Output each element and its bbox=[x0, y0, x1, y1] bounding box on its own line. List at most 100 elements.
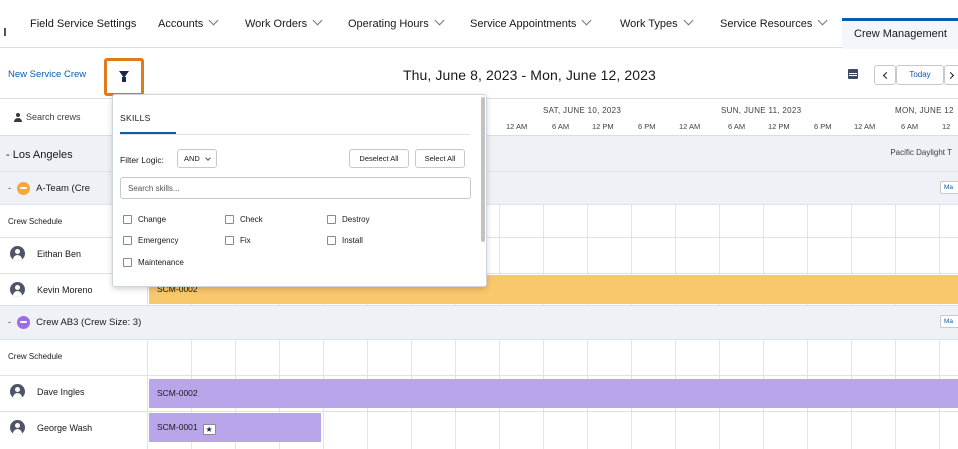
crew-schedule-label: Crew Schedule bbox=[8, 217, 63, 226]
crew-member[interactable]: Eithan Ben bbox=[10, 246, 81, 261]
crew-name: Crew AB3 (Crew Size: 3) bbox=[36, 317, 142, 328]
tab-label: Field Service Settings bbox=[30, 18, 137, 30]
tab-field-service-settings[interactable]: Field Service Settings bbox=[30, 14, 136, 48]
member-name: Eithan Ben bbox=[37, 248, 82, 259]
tab-skills[interactable]: SKILLS bbox=[120, 113, 151, 123]
deselect-all-button[interactable]: Deselect All bbox=[349, 149, 409, 168]
tab-service-resources[interactable]: Service Resources bbox=[720, 14, 828, 48]
tab-label: Service Resources bbox=[720, 18, 813, 30]
search-crews-label: Search crews bbox=[26, 112, 81, 122]
hour-label: 12 AM bbox=[854, 122, 876, 131]
member-row: George Wash SCM-0001 ★ bbox=[0, 412, 958, 449]
tab-work-orders[interactable]: Work Orders bbox=[245, 14, 323, 48]
checkbox[interactable] bbox=[123, 215, 132, 224]
crew-member[interactable]: Dave Ingles bbox=[10, 384, 85, 399]
chevron-down-icon[interactable] bbox=[581, 15, 592, 26]
chevron-down-icon[interactable] bbox=[312, 15, 323, 26]
crew-schedule-label: Crew Schedule bbox=[8, 352, 63, 361]
appointment-bar[interactable]: SCM-0002 bbox=[149, 379, 958, 408]
collapse-toggle[interactable]: - bbox=[8, 317, 11, 328]
filter-button[interactable] bbox=[104, 58, 144, 96]
crew-name: A-Team (Cre bbox=[36, 183, 91, 194]
collapse-toggle[interactable]: - bbox=[8, 183, 11, 194]
tab-accounts[interactable]: Accounts bbox=[158, 14, 219, 48]
member-name: Dave Ingles bbox=[37, 386, 85, 397]
checkbox[interactable] bbox=[225, 236, 234, 245]
region-name: - Los Angeles bbox=[6, 149, 73, 161]
row-label-cell: Crew Schedule bbox=[0, 340, 148, 375]
crew-icon bbox=[17, 182, 31, 195]
row-label-cell: George Wash bbox=[0, 412, 148, 449]
tab-label: Operating Hours bbox=[348, 18, 429, 30]
crew-row[interactable]: - Crew AB3 (Crew Size: 3) Ma bbox=[0, 306, 958, 340]
skill-label: Emergency bbox=[138, 236, 179, 245]
crew-icon bbox=[17, 316, 31, 329]
select-all-button[interactable]: Select All bbox=[415, 149, 465, 168]
skill-checkbox-fix[interactable]: Fix bbox=[225, 236, 251, 245]
skill-checkbox-check[interactable]: Check bbox=[225, 215, 263, 224]
filter-icon-stem bbox=[122, 77, 126, 82]
tab-crew-management[interactable]: Crew Management bbox=[842, 18, 958, 49]
avatar bbox=[10, 420, 25, 435]
calendar-icon-lines bbox=[849, 73, 857, 74]
chevron-down-icon[interactable] bbox=[208, 15, 219, 26]
checkbox[interactable] bbox=[225, 215, 234, 224]
skill-checkbox-destroy[interactable]: Destroy bbox=[327, 215, 370, 224]
skill-label: Check bbox=[240, 215, 263, 224]
hour-label: 6 AM bbox=[552, 122, 570, 131]
collapse-toggle[interactable]: - bbox=[6, 149, 13, 161]
checkbox[interactable] bbox=[327, 215, 336, 224]
chevron-right-icon bbox=[946, 71, 954, 80]
checkbox[interactable] bbox=[327, 236, 336, 245]
tab-label: Crew Management bbox=[854, 28, 947, 40]
avatar bbox=[10, 282, 25, 297]
checkbox[interactable] bbox=[123, 236, 132, 245]
member-row: Dave Ingles SCM-0002 bbox=[0, 376, 958, 412]
popover-scrollbar[interactable] bbox=[481, 97, 485, 242]
skill-checkbox-change[interactable]: Change bbox=[123, 215, 166, 224]
hour-label: 12 AM bbox=[506, 122, 528, 131]
previous-button[interactable] bbox=[874, 65, 896, 85]
skill-checkbox-install[interactable]: Install bbox=[327, 236, 363, 245]
chevron-left-icon bbox=[882, 71, 890, 80]
tab-overflow-marker bbox=[4, 28, 6, 36]
crew-schedule-row: Crew Schedule bbox=[0, 340, 958, 376]
next-button[interactable] bbox=[944, 65, 958, 85]
date-range-title: Thu, June 8, 2023 - Mon, June 12, 2023 bbox=[403, 67, 656, 83]
skill-label: Destroy bbox=[342, 215, 370, 224]
crew-member[interactable]: George Wash bbox=[10, 420, 92, 435]
today-button[interactable]: Today bbox=[896, 65, 944, 85]
chevron-down-icon bbox=[205, 155, 211, 161]
tab-label: Accounts bbox=[158, 18, 204, 30]
calendar-icon-body bbox=[848, 69, 858, 79]
new-service-crew-button[interactable]: New Service Crew bbox=[8, 69, 86, 80]
avatar bbox=[10, 246, 25, 261]
tab-operating-hours[interactable]: Operating Hours bbox=[348, 14, 445, 48]
person-icon bbox=[14, 113, 22, 122]
chevron-down-icon[interactable] bbox=[434, 15, 445, 26]
divider bbox=[120, 134, 470, 135]
checkbox[interactable] bbox=[123, 258, 132, 267]
hour-label: 6 AM bbox=[728, 122, 746, 131]
appointment-bar[interactable]: SCM-0001 ★ bbox=[149, 413, 321, 442]
manage-button[interactable]: Ma bbox=[940, 181, 958, 194]
chevron-down-icon[interactable] bbox=[817, 15, 828, 26]
skill-label: Maintenance bbox=[138, 258, 184, 267]
skill-checkbox-emergency[interactable]: Emergency bbox=[123, 236, 178, 245]
hour-label: 6 AM bbox=[901, 122, 919, 131]
manage-button[interactable]: Ma bbox=[940, 315, 958, 328]
tab-service-appointments[interactable]: Service Appointments bbox=[470, 14, 592, 48]
chevron-down-icon[interactable] bbox=[683, 15, 694, 26]
calendar-icon[interactable] bbox=[845, 67, 861, 81]
hour-label: 6 PM bbox=[814, 122, 832, 131]
skill-checkbox-maintenance[interactable]: Maintenance bbox=[123, 258, 184, 267]
tab-work-types[interactable]: Work Types bbox=[620, 14, 694, 48]
hour-label: 12 AM bbox=[679, 122, 701, 131]
search-skills-input[interactable] bbox=[120, 177, 471, 199]
hour-label: 12 bbox=[942, 122, 951, 131]
hour-label: 12 PM bbox=[768, 122, 790, 131]
tab-label: Work Orders bbox=[245, 18, 308, 30]
star-icon[interactable]: ★ bbox=[202, 424, 216, 435]
filter-logic-select[interactable]: AND bbox=[177, 149, 217, 168]
crew-member[interactable]: Kevin Moreno bbox=[10, 282, 93, 297]
